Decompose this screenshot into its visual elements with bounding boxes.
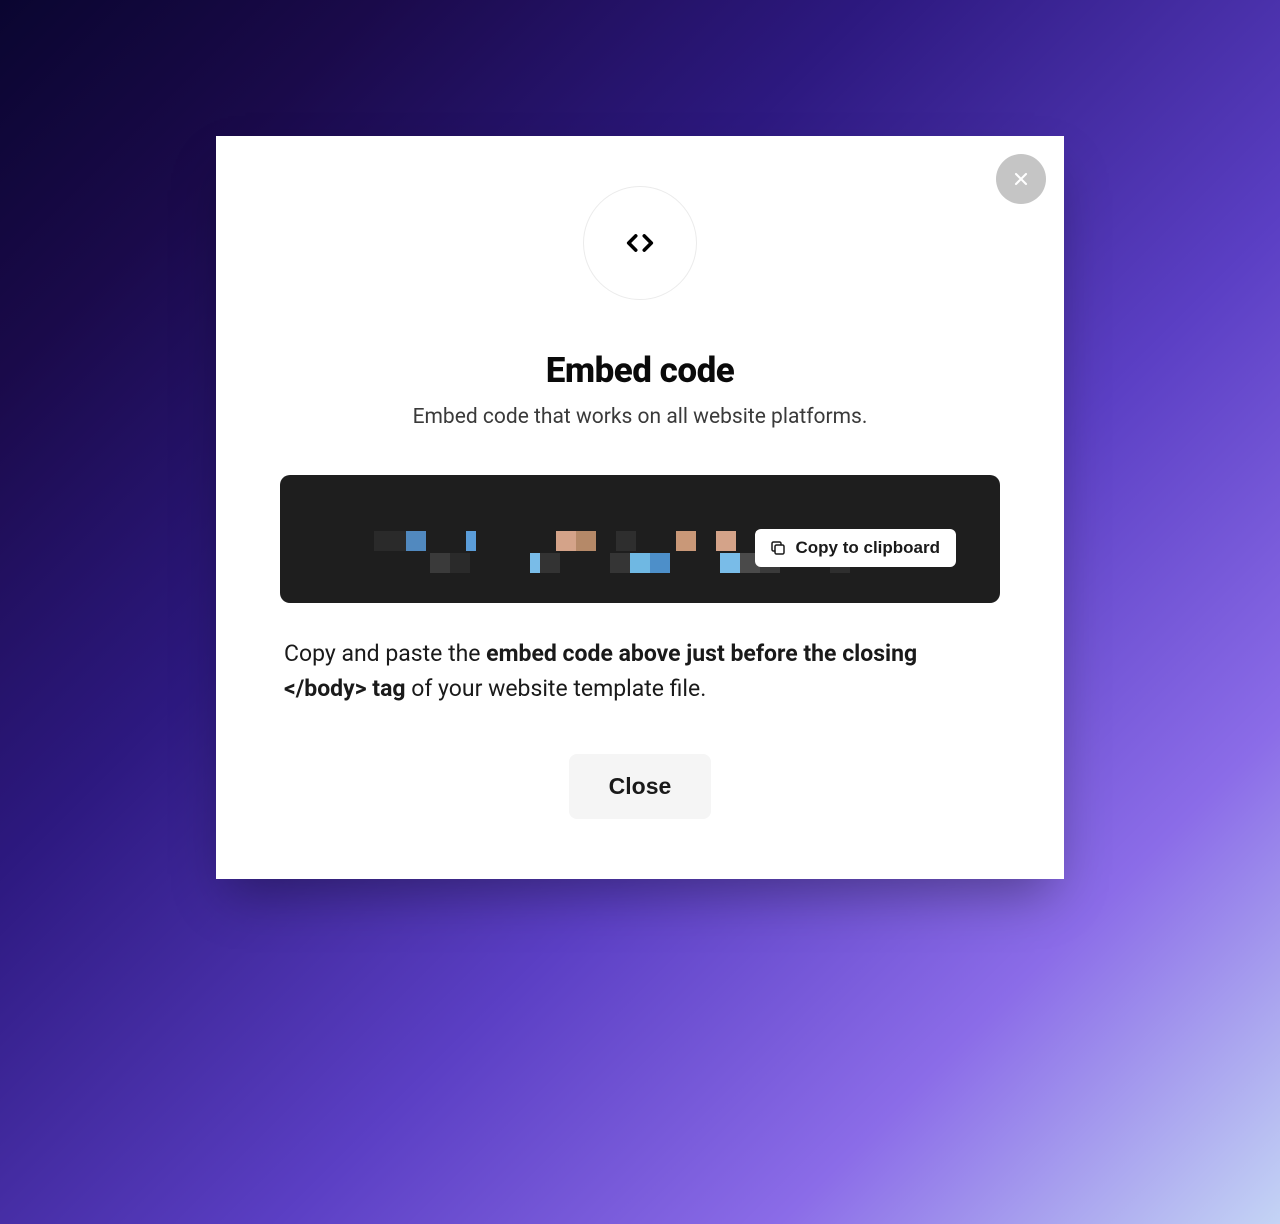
code-icon-circle xyxy=(583,186,697,300)
copy-icon xyxy=(769,539,787,557)
close-button[interactable]: Close xyxy=(569,754,712,819)
modal-title: Embed code xyxy=(280,350,1000,391)
copy-button-label: Copy to clipboard xyxy=(796,538,941,558)
close-icon-button[interactable] xyxy=(996,154,1046,204)
copy-to-clipboard-button[interactable]: Copy to clipboard xyxy=(755,529,957,567)
modal-subtitle: Embed code that works on all website pla… xyxy=(280,405,1000,429)
code-icon xyxy=(623,226,657,260)
instruction-suffix: of your website template file. xyxy=(406,675,707,702)
close-icon xyxy=(1011,169,1031,189)
instruction-prefix: Copy and paste the xyxy=(284,640,486,667)
code-block: Copy to clipboard xyxy=(280,475,1000,603)
embed-code-modal: Embed code Embed code that works on all … xyxy=(216,136,1064,879)
instruction-text: Copy and paste the embed code above just… xyxy=(280,637,1000,706)
